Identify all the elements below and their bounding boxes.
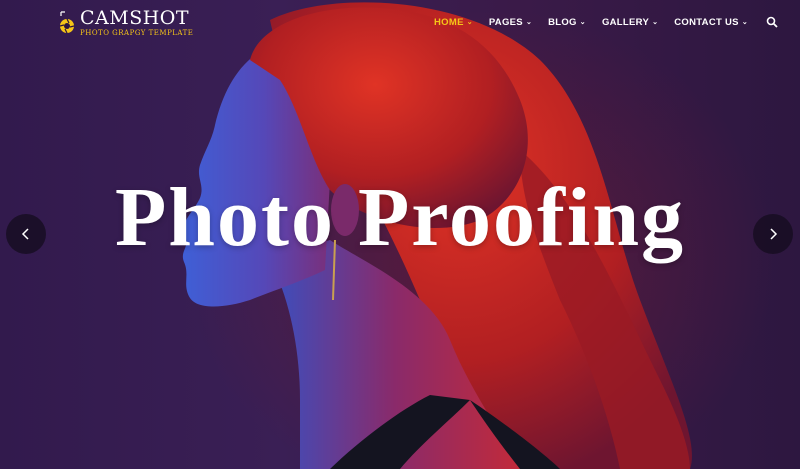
chevron-down-icon: ⌄ — [652, 19, 659, 26]
hero-headline: Photo Proofing — [114, 171, 686, 264]
nav-item-label: BLOG — [548, 16, 577, 28]
nav-item-label: HOME — [434, 16, 464, 28]
hero-slide: CAMSHOT PHOTO GRAPGY TEMPLATE HOME ⌄ PAG… — [0, 0, 800, 469]
chevron-down-icon: ⌄ — [579, 19, 586, 26]
slider-prev-button[interactable] — [6, 214, 46, 254]
nav-item-label: PAGES — [488, 16, 523, 28]
chevron-right-icon — [770, 228, 778, 240]
nav-item-blog[interactable]: BLOG ⌄ — [548, 17, 586, 28]
chevron-down-icon: ⌄ — [525, 19, 533, 26]
main-nav: HOME ⌄ PAGES ⌄ BLOG ⌄ GALLERY ⌄ CONTACT … — [434, 16, 778, 28]
brand-tagline: PHOTO GRAPGY TEMPLATE — [80, 29, 194, 37]
camera-shutter-icon — [59, 10, 75, 33]
search-icon[interactable] — [766, 16, 778, 28]
nav-item-home[interactable]: HOME ⌄ — [434, 17, 473, 28]
nav-item-label: CONTACT US — [674, 16, 739, 28]
brand-name: CAMSHOT — [80, 7, 190, 29]
chevron-left-icon — [21, 228, 29, 240]
chevron-down-icon: ⌄ — [741, 19, 748, 26]
nav-item-contact-us[interactable]: CONTACT US ⌄ — [674, 17, 748, 28]
nav-item-gallery[interactable]: GALLERY ⌄ — [602, 17, 658, 28]
chevron-down-icon: ⌄ — [466, 19, 473, 26]
nav-item-label: GALLERY — [601, 16, 650, 28]
nav-item-pages[interactable]: PAGES ⌄ — [489, 17, 532, 28]
slider-next-button[interactable] — [753, 214, 793, 254]
brand-logo[interactable]: CAMSHOT PHOTO GRAPGY TEMPLATE — [58, 8, 193, 37]
